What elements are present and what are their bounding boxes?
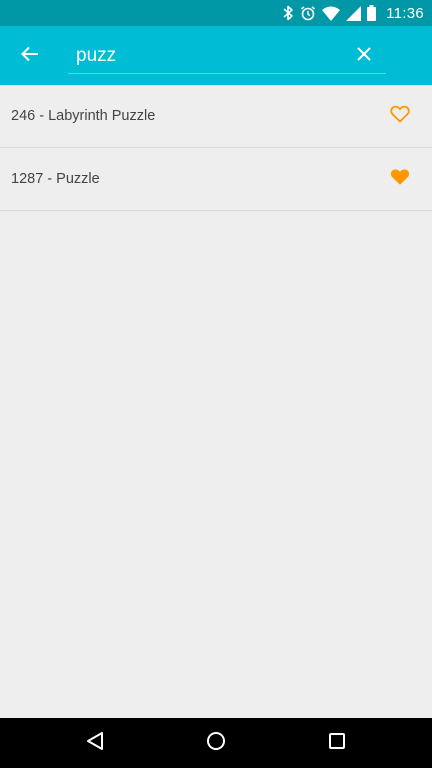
heart-filled-icon — [390, 168, 410, 191]
status-time: 11:36 — [386, 4, 424, 22]
nav-home-button[interactable] — [201, 728, 231, 758]
arrow-back-icon — [21, 45, 39, 68]
list-item[interactable]: 246 - Labyrinth Puzzle — [0, 85, 432, 148]
search-toolbar — [0, 26, 432, 85]
search-results-list: 246 - Labyrinth Puzzle 1287 - Puzzle — [0, 85, 432, 211]
nav-recents-button[interactable] — [322, 728, 352, 758]
bluetooth-icon — [282, 5, 294, 21]
status-icons: 11:36 — [282, 5, 424, 22]
heart-outline-icon — [390, 105, 410, 128]
list-item[interactable]: 1287 - Puzzle — [0, 148, 432, 211]
recents-square-icon — [328, 732, 346, 755]
favorite-toggle-button[interactable] — [388, 167, 412, 191]
wifi-icon — [322, 6, 341, 21]
back-button[interactable] — [14, 40, 46, 72]
system-nav-bar — [0, 718, 432, 768]
close-icon — [357, 46, 371, 66]
search-field-container — [68, 40, 386, 74]
alarm-icon — [300, 5, 316, 21]
list-item-label: 1287 - Puzzle — [11, 171, 100, 187]
signal-icon — [346, 5, 362, 21]
home-circle-icon — [206, 731, 226, 756]
nav-back-button[interactable] — [80, 728, 110, 758]
status-bar: 11:36 — [0, 0, 432, 26]
back-triangle-icon — [86, 731, 104, 756]
search-input[interactable] — [76, 42, 336, 70]
favorite-toggle-button[interactable] — [388, 104, 412, 128]
list-item-label: 246 - Labyrinth Puzzle — [11, 108, 156, 124]
battery-icon — [367, 5, 377, 21]
clear-search-button[interactable] — [348, 40, 380, 72]
